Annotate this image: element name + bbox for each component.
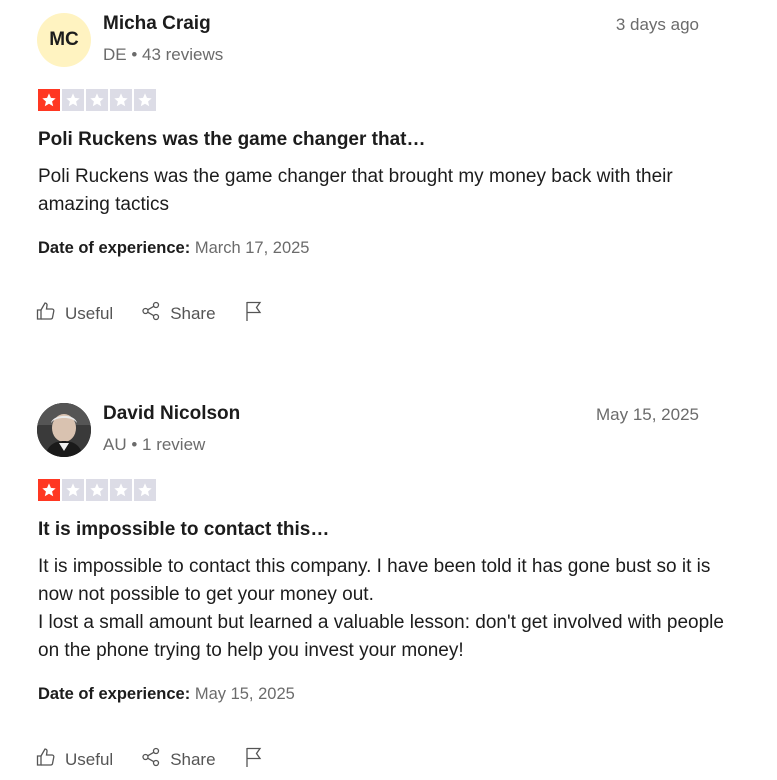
reviewer-name[interactable]: David Nicolson [103,403,240,425]
review-card: MC Micha Craig DE • 43 reviews 3 days ag… [0,0,777,390]
reviewer-meta: AU • 1 review [103,435,206,454]
experience-date: May 15, 2025 [194,685,295,703]
review-date: 3 days ago [615,15,699,34]
star-filled-icon [38,89,60,111]
star-empty-icon [110,479,132,501]
star-empty-icon [134,479,156,501]
share-icon [141,301,170,326]
star-rating [38,89,156,111]
flag-icon [244,746,273,773]
review-date: May 15, 2025 [595,405,699,424]
review-actions: Useful Share [36,746,301,773]
star-empty-icon [86,89,108,111]
useful-label: Useful [65,303,114,323]
review-actions: Useful Share [36,300,301,327]
reviewer-name[interactable]: Micha Craig [103,13,211,35]
flag-icon [244,300,273,327]
star-empty-icon [134,89,156,111]
review-card: David Nicolson AU • 1 review May 15, 202… [0,390,777,780]
report-button[interactable] [244,746,273,773]
useful-button[interactable]: Useful [36,301,113,326]
star-empty-icon [62,479,84,501]
review-paragraph: I lost a small amount but learned a valu… [38,612,724,661]
avatar[interactable]: MC [37,13,91,67]
experience-label: Date of experience: [38,685,191,703]
star-empty-icon [110,89,132,111]
review-body: It is impossible to contact this company… [38,553,728,665]
thumbs-up-icon [36,301,65,326]
star-rating [38,479,156,501]
profile-photo-icon [37,403,91,457]
star-filled-icon [38,479,60,501]
share-button[interactable]: Share [141,301,216,326]
date-of-experience: Date of experience: March 17, 2025 [38,239,309,258]
avatar[interactable] [37,403,91,457]
star-empty-icon [62,89,84,111]
review-body: Poli Ruckens was the game changer that b… [38,163,728,219]
share-label: Share [170,303,216,323]
review-paragraph: Poli Ruckens was the game changer that b… [38,166,673,215]
review-title[interactable]: It is impossible to contact this… [38,519,329,541]
experience-date: March 17, 2025 [194,239,310,257]
useful-label: Useful [65,749,114,769]
date-of-experience: Date of experience: May 15, 2025 [38,685,295,704]
review-title[interactable]: Poli Ruckens was the game changer that… [38,129,426,151]
review-paragraph: It is impossible to contact this company… [38,556,711,605]
share-label: Share [170,749,216,769]
report-button[interactable] [244,300,273,327]
thumbs-up-icon [36,747,65,772]
useful-button[interactable]: Useful [36,747,113,772]
experience-label: Date of experience: [38,239,191,257]
reviewer-meta: DE • 43 reviews [103,45,224,64]
star-empty-icon [86,479,108,501]
share-button[interactable]: Share [141,747,216,772]
share-icon [141,747,170,772]
